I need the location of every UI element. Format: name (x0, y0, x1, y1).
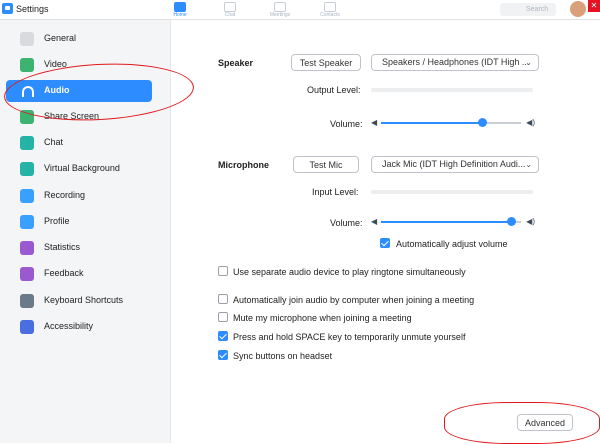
clock-icon (274, 2, 286, 12)
microphone-label: Microphone (218, 160, 269, 170)
sidebar-item-keyboard-shortcuts[interactable]: Keyboard Shortcuts (6, 290, 152, 312)
mute-mic-label: Mute my microphone when joining a meetin… (233, 313, 412, 323)
speaker-volume-slider[interactable]: ◀ ◀) (371, 118, 535, 128)
microphone-device-value: Jack Mic (IDT High Definition Audi... (382, 159, 526, 169)
slider-fill (381, 122, 482, 124)
separate-ringtone-label: Use separate audio device to play ringto… (233, 267, 466, 277)
auto-adjust-volume-checkbox[interactable] (380, 238, 390, 248)
test-mic-button[interactable]: Test Mic (293, 156, 359, 173)
avatar[interactable] (570, 1, 586, 17)
microphone-volume-slider[interactable]: ◀ ◀) (371, 217, 535, 227)
topnav-home[interactable]: Home (155, 0, 205, 19)
sidebar-item-virtual-background[interactable]: Virtual Background (6, 158, 152, 180)
sidebar-item-statistics[interactable]: Statistics (6, 237, 152, 259)
chevron-down-icon: ⌄ (525, 58, 532, 67)
speaker-device-select[interactable]: Speakers / Headphones (IDT High ... ⌄ (371, 54, 539, 71)
topnav-label: Chat (224, 12, 236, 18)
topnav-contacts[interactable]: Contacts (305, 0, 355, 19)
space-unmute-checkbox[interactable] (218, 331, 228, 341)
contacts-icon (324, 2, 336, 12)
sidebar-item-label: Recording (44, 190, 86, 200)
search-input[interactable]: Search (500, 3, 556, 16)
microphone-volume-label: Volume: (330, 218, 363, 228)
sync-headset-checkbox[interactable] (218, 350, 228, 360)
sidebar-item-label: Statistics (44, 242, 81, 252)
annotation-circle-advanced (444, 402, 600, 444)
home-icon (174, 2, 186, 12)
auto-adjust-volume-label: Automatically adjust volume (396, 239, 508, 249)
video-camera-icon (20, 58, 34, 72)
speaker-volume-label: Volume: (330, 119, 363, 129)
zoom-app-icon (2, 3, 13, 14)
keyboard-icon (20, 294, 34, 308)
slider-knob[interactable] (507, 217, 517, 226)
chat-icon (224, 2, 236, 12)
chat-bubble-icon (20, 136, 34, 150)
input-level-meter (371, 190, 533, 194)
topnav-label: Contacts (320, 12, 340, 18)
sidebar-item-feedback[interactable]: Feedback (6, 263, 152, 285)
sidebar-item-label: Accessibility (44, 321, 94, 331)
accessibility-icon (20, 320, 34, 334)
sidebar-item-label: Virtual Background (44, 163, 120, 173)
mute-mic-checkbox[interactable] (218, 312, 228, 322)
speaker-high-icon: ◀) (526, 118, 535, 127)
space-unmute-label: Press and hold SPACE key to temporarily … (233, 332, 466, 342)
title-bar: Settings Home Chat Meetings Contacts Sea… (0, 0, 600, 20)
topnav-label: Home (173, 12, 187, 18)
topnav-meetings[interactable]: Meetings (255, 0, 305, 19)
output-level-meter (371, 88, 533, 92)
input-level-label: Input Level: (312, 187, 359, 197)
auto-join-audio-checkbox[interactable] (218, 294, 228, 304)
speaker-high-icon: ◀) (526, 217, 535, 226)
topnav-label: Meetings (269, 12, 291, 18)
slider-knob[interactable] (477, 118, 487, 127)
topnav-chat[interactable]: Chat (205, 0, 255, 19)
sidebar-item-accessibility[interactable]: Accessibility (6, 316, 152, 338)
speaker-low-icon: ◀ (371, 217, 378, 226)
test-speaker-button[interactable]: Test Speaker (291, 54, 361, 71)
auto-join-audio-label: Automatically join audio by computer whe… (233, 295, 475, 305)
sidebar-item-label: General (44, 33, 77, 43)
smiley-icon (20, 267, 34, 281)
slider-fill (381, 221, 512, 223)
sidebar-item-label: Chat (44, 137, 64, 147)
separate-ringtone-checkbox[interactable] (218, 266, 228, 276)
sidebar-item-profile[interactable]: Profile (6, 211, 152, 233)
sidebar-item-recording[interactable]: Recording (6, 185, 152, 207)
sidebar-item-label: Keyboard Shortcuts (44, 295, 124, 305)
speaker-label: Speaker (218, 58, 254, 68)
sidebar-item-label: Profile (44, 216, 70, 226)
bar-chart-icon (20, 241, 34, 255)
gear-icon (20, 32, 34, 46)
user-background-icon (20, 162, 34, 176)
chevron-down-icon: ⌄ (525, 160, 532, 169)
output-level-label: Output Level: (307, 85, 361, 95)
window-title: Settings (16, 4, 49, 14)
sidebar-item-chat[interactable]: Chat (6, 132, 152, 154)
microphone-device-select[interactable]: Jack Mic (IDT High Definition Audi... ⌄ (371, 156, 539, 173)
sync-headset-label: Sync buttons on headset (233, 351, 333, 361)
speaker-device-value: Speakers / Headphones (IDT High ... (382, 57, 530, 67)
close-icon[interactable]: ✕ (588, 0, 600, 12)
sidebar-item-label: Feedback (44, 268, 84, 278)
record-icon (20, 189, 34, 203)
profile-icon (20, 215, 34, 229)
sidebar-item-general[interactable]: General (6, 28, 152, 50)
speaker-low-icon: ◀ (371, 118, 378, 127)
